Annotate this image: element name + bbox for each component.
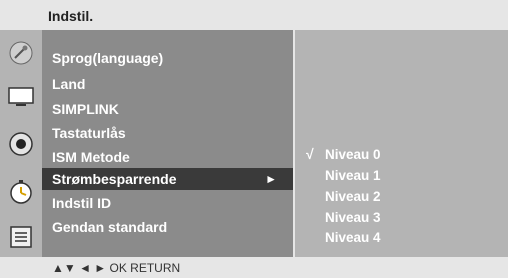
submenu-option-level-2[interactable]: Niveau 2 [325,189,381,204]
speaker-icon[interactable] [2,125,40,163]
settings-list-icon[interactable] [2,218,40,256]
category-icon-column [0,30,42,257]
submenu-option-level-1[interactable]: Niveau 1 [325,168,381,183]
menu-item-power-saving-label: Strømbesparrende [52,171,177,187]
satellite-dish-icon[interactable] [2,34,40,72]
menu-item-set-id[interactable]: Indstil ID [52,195,111,211]
arrow-right-icon: ► [265,172,277,186]
menu-item-simplink[interactable]: SIMPLINK [52,101,119,117]
menu-item-key-lock[interactable]: Tastaturlås [52,125,126,141]
menu-item-power-saving[interactable]: Strømbesparrende ► [42,168,293,190]
menu-item-ism-method[interactable]: ISM Metode [52,149,130,165]
submenu-option-level-3[interactable]: Niveau 3 [325,210,381,225]
menu-item-country[interactable]: Land [52,76,85,92]
navigation-hints: ▲▼ ◄ ► OK RETURN [52,261,181,275]
title-bar: Indstil. [0,0,508,30]
setup-menu-panel: Sprog(language) Land SIMPLINK Tastaturlå… [42,30,293,257]
submenu-option-level-4[interactable]: Niveau 4 [325,230,381,245]
clock-icon[interactable] [2,173,40,211]
submenu-option-level-0[interactable]: Niveau 0 [325,147,381,162]
menu-item-language[interactable]: Sprog(language) [52,50,163,66]
check-icon: √ [306,146,314,162]
tv-screen-icon[interactable] [2,78,40,116]
power-saving-submenu: √ Niveau 0 Niveau 1 Niveau 2 Niveau 3 Ni… [295,30,508,257]
footer-bar: ▲▼ ◄ ► OK RETURN [0,257,508,278]
menu-item-factory-reset[interactable]: Gendan standard [52,219,167,235]
menu-title: Indstil. [48,8,94,24]
